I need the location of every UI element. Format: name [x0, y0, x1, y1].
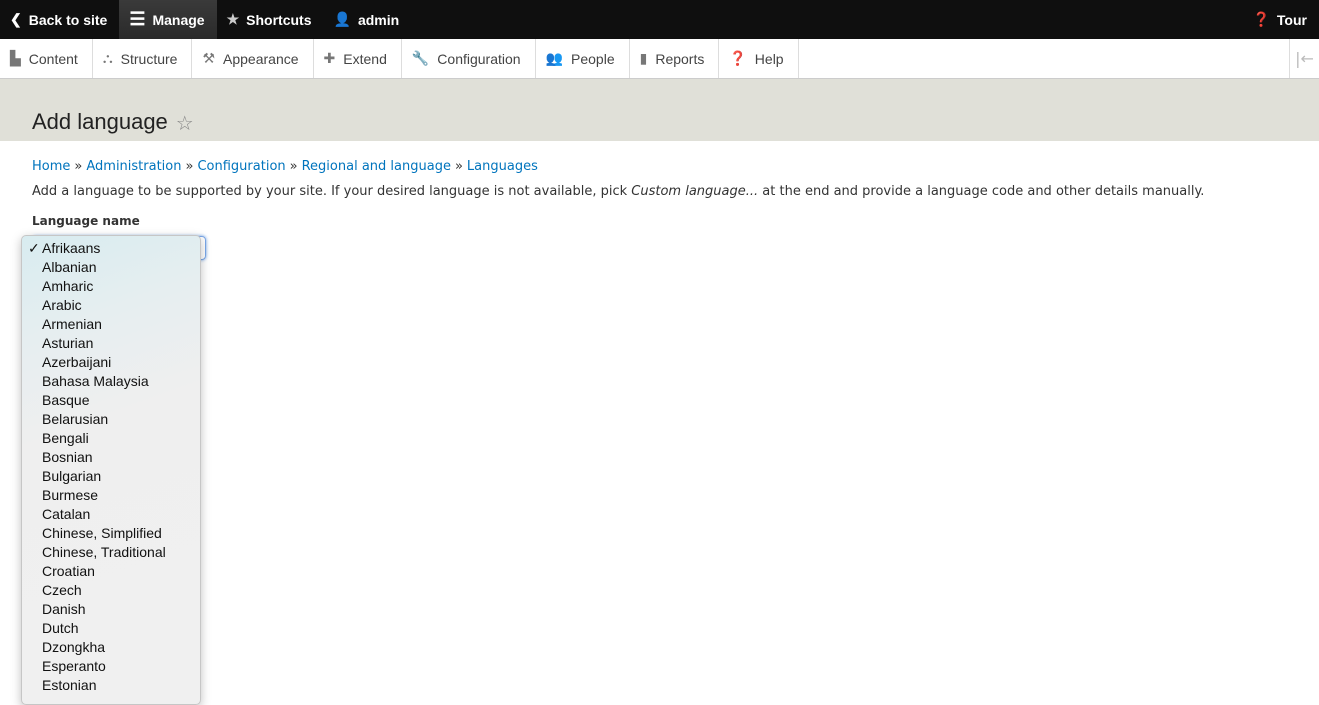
- language-option[interactable]: Azerbaijani: [22, 353, 200, 372]
- language-option[interactable]: Basque: [22, 391, 200, 410]
- sitemap-icon: ⛬: [102, 50, 113, 66]
- language-option[interactable]: Albanian: [22, 258, 200, 277]
- shortcut-star-icon[interactable]: ☆: [176, 111, 194, 135]
- user-tab[interactable]: 👤 admin: [324, 0, 412, 39]
- language-option[interactable]: Arabic: [22, 296, 200, 315]
- language-option[interactable]: Bulgarian: [22, 467, 200, 486]
- puzzle-icon: ✚: [323, 50, 336, 66]
- file-icon: ▙: [10, 50, 21, 66]
- language-option[interactable]: Czech: [22, 581, 200, 600]
- breadcrumb-regional[interactable]: Regional and language: [302, 159, 451, 174]
- breadcrumb-administration[interactable]: Administration: [86, 159, 181, 174]
- page-description: Add a language to be supported by your s…: [32, 184, 1205, 199]
- help-icon: ❓: [729, 50, 747, 66]
- admin-toolbar: ❮ Back to site ☰ Manage ★ Shortcuts 👤 admin …: [0, 0, 1319, 39]
- language-option[interactable]: Bosnian: [22, 448, 200, 467]
- bar-chart-icon: ▮: [639, 50, 648, 66]
- language-option[interactable]: Burmese: [22, 486, 200, 505]
- wrench-icon: 🔧: [411, 50, 430, 66]
- language-option[interactable]: Asturian: [22, 334, 200, 353]
- tray-item-appearance[interactable]: ⚒ Appearance: [192, 39, 314, 78]
- manage-tab[interactable]: ☰ Manage: [119, 0, 217, 39]
- breadcrumb-languages[interactable]: Languages: [467, 159, 538, 174]
- tray-item-people[interactable]: 👥 People: [536, 39, 630, 78]
- shortcuts-tab[interactable]: ★ Shortcuts: [217, 0, 324, 39]
- language-option[interactable]: Estonian: [22, 676, 200, 695]
- tray-item-reports[interactable]: ▮ Reports: [630, 39, 720, 78]
- language-option[interactable]: Esperanto: [22, 657, 200, 676]
- people-icon: 👥: [545, 50, 564, 66]
- language-option[interactable]: Chinese, Traditional: [22, 543, 200, 562]
- breadcrumb-home[interactable]: Home: [32, 159, 70, 174]
- language-option[interactable]: Armenian: [22, 315, 200, 334]
- star-icon: ★: [226, 11, 240, 27]
- collapse-icon: |←: [1295, 49, 1314, 68]
- language-name-label: Language name: [32, 214, 140, 228]
- language-option[interactable]: Dutch: [22, 619, 200, 638]
- language-option[interactable]: Croatian: [22, 562, 200, 581]
- tray-item-content[interactable]: ▙ Content: [0, 39, 93, 78]
- tray-item-configuration[interactable]: 🔧 Configuration: [402, 39, 536, 78]
- breadcrumb: Home» Administration» Configuration» Region…: [32, 159, 538, 174]
- breadcrumb-configuration[interactable]: Configuration: [197, 159, 285, 174]
- paintbrush-icon: ⚒: [202, 50, 216, 66]
- language-option[interactable]: Bengali: [22, 429, 200, 448]
- user-icon: 👤: [333, 11, 351, 27]
- back-to-site-link[interactable]: ❮ Back to site: [0, 0, 119, 39]
- language-dropdown-list[interactable]: ✓ Afrikaans Albanian Amharic Arabic Armenian A…: [21, 235, 201, 705]
- admin-tray: ▙ Content ⛬ Structure ⚒ Appearance ✚ Extend …: [0, 39, 1319, 79]
- checkmark-icon: ✓: [28, 240, 40, 256]
- language-option[interactable]: Chinese, Simplified: [22, 524, 200, 543]
- tray-item-structure[interactable]: ⛬ Structure: [93, 39, 193, 78]
- language-option[interactable]: Bahasa Malaysia: [22, 372, 200, 391]
- tour-button[interactable]: ❓ Tour: [1242, 0, 1319, 39]
- help-icon: ❓: [1252, 11, 1270, 27]
- language-option[interactable]: Amharic: [22, 277, 200, 296]
- language-option[interactable]: ✓ Afrikaans: [22, 239, 200, 258]
- language-option[interactable]: Belarusian: [22, 410, 200, 429]
- chevron-left-circle-icon: ❮: [10, 11, 22, 27]
- page-header: Add language ☆: [0, 79, 1319, 141]
- language-option[interactable]: Danish: [22, 600, 200, 619]
- language-option[interactable]: Catalan: [22, 505, 200, 524]
- menu-icon: ☰: [129, 9, 146, 29]
- tray-item-extend[interactable]: ✚ Extend: [314, 39, 402, 78]
- collapse-tray-button[interactable]: |←: [1289, 39, 1319, 78]
- tray-item-help[interactable]: ❓ Help: [719, 39, 799, 78]
- language-option[interactable]: Dzongkha: [22, 638, 200, 657]
- page-title: Add language: [32, 109, 168, 134]
